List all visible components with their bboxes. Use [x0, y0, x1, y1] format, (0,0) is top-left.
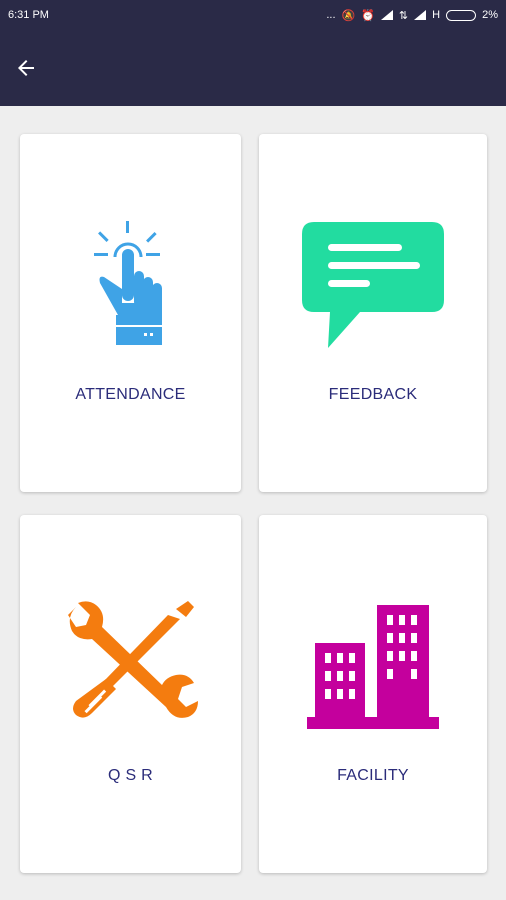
alarm-icon: ⏰ — [361, 9, 375, 22]
network-type: H — [432, 9, 441, 21]
chat-bubble-icon — [302, 222, 444, 348]
app-bar — [0, 30, 506, 106]
arrow-left-icon — [18, 60, 34, 76]
battery-level: 2% — [482, 9, 498, 21]
attendance-card[interactable]: ATTENDANCE — [20, 134, 241, 492]
feedback-card[interactable]: FEEDBACK — [259, 134, 487, 492]
more-dots: ... — [326, 9, 336, 21]
facility-card[interactable]: FACILITY — [259, 515, 487, 873]
data-transfer-icon: ⇅ — [398, 9, 409, 22]
qsr-label: Q S R — [107, 767, 154, 784]
feedback-label: FEEDBACK — [328, 386, 418, 403]
back-button[interactable] — [14, 52, 58, 84]
facility-label: FACILITY — [337, 767, 409, 784]
status-icons: ... 🔕 ⏰ ⇅ H 2% — [326, 9, 498, 22]
battery-icon — [446, 9, 477, 21]
signal-icon-2 — [414, 10, 427, 20]
buildings-icon — [307, 605, 439, 729]
mute-icon: 🔕 — [341, 9, 356, 22]
status-time: 6:31 PM — [8, 9, 49, 21]
tools-icon — [68, 601, 198, 718]
qsr-card[interactable]: Q S R — [20, 515, 241, 873]
status-bar: 6:31 PM ... 🔕 ⏰ ⇅ H 2% — [0, 0, 506, 30]
tap-hand-icon — [94, 221, 162, 345]
menu-grid: ATTENDANCE FEEDBACK Q S R FACILITY — [0, 106, 506, 900]
attendance-label: ATTENDANCE — [75, 386, 186, 403]
signal-icon — [380, 10, 393, 20]
